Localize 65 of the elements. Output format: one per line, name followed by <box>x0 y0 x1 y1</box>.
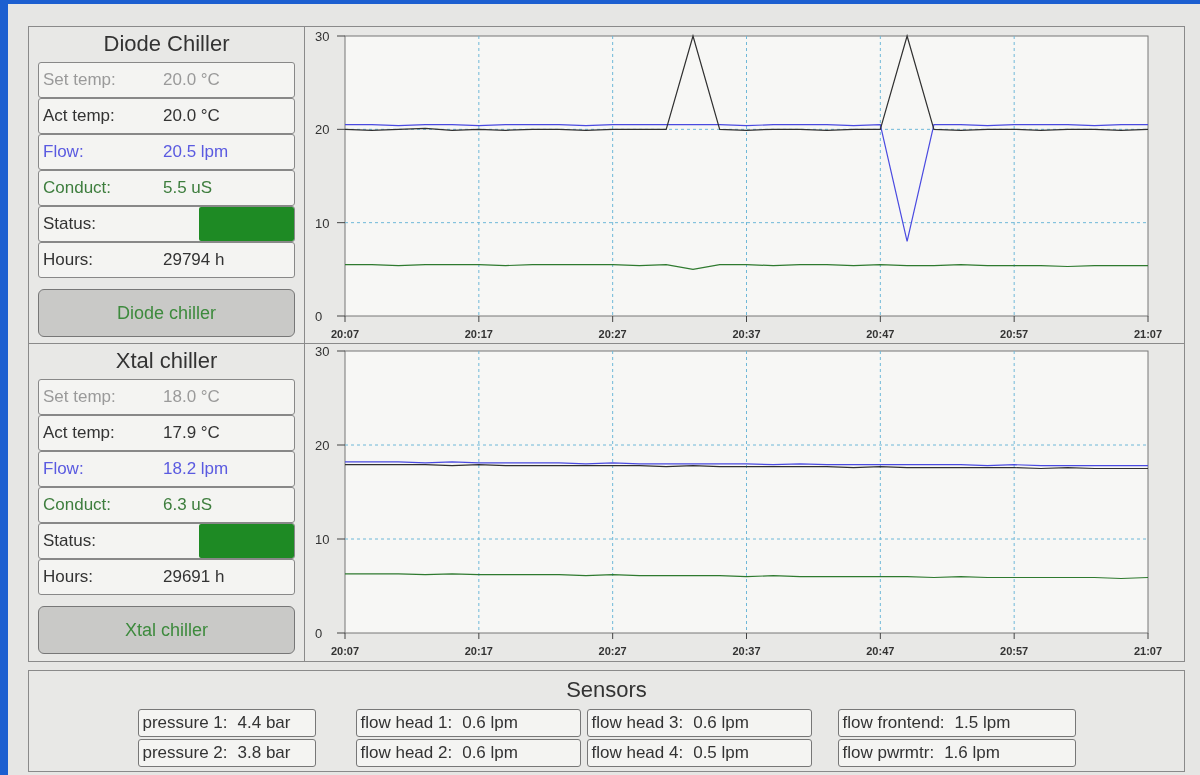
sensor-label: flow head 2: <box>360 742 453 765</box>
sensor-label: flow frontend: <box>842 712 945 735</box>
sensor-label: flow pwrmtr: <box>842 742 935 765</box>
readout-label: Status: <box>43 213 97 236</box>
axis-label: 20:27 <box>598 645 627 657</box>
sensor-label: flow head 1: <box>360 712 453 735</box>
axis-label: 20:27 <box>598 328 627 340</box>
sensor-label: flow head 3: <box>591 712 684 735</box>
axis-label: 20:57 <box>1000 645 1029 657</box>
panel-title: Diode Chiller <box>103 30 230 58</box>
axis-label: 20:57 <box>1000 328 1029 340</box>
axis-label: 20:37 <box>732 645 761 657</box>
axis-label: 30 <box>315 344 330 359</box>
readout-value: 20.0 °C <box>163 105 220 128</box>
axis-label: 0 <box>315 309 323 324</box>
readout-value: 20.5 lpm <box>163 141 229 164</box>
sensor-value: 0.6 lpm <box>462 742 518 765</box>
panel-title: Xtal chiller <box>115 347 218 375</box>
sensor-label: flow head 4: <box>591 742 684 765</box>
sensor-label: pressure 1: <box>142 712 228 735</box>
axis-label: 10 <box>315 532 330 547</box>
sensor-label: pressure 2: <box>142 742 228 765</box>
readout-label: Hours: <box>43 566 95 589</box>
readout-label: Status: <box>43 530 97 553</box>
axis-label: 20:07 <box>330 645 360 657</box>
axis-label: 0 <box>315 626 323 641</box>
readout-value: 18.2 lpm <box>163 458 229 481</box>
readout-label: Flow: <box>43 141 85 164</box>
sensor-value: 4.4 bar <box>237 712 291 735</box>
axis-label: 10 <box>315 215 330 231</box>
readout-value: 17.9 °C <box>163 422 220 445</box>
axis-label: 20 <box>315 122 330 138</box>
readout-label: Hours: <box>43 249 95 272</box>
readout-label: Conduct: <box>43 177 113 200</box>
chiller-button[interactable]: Diode chiller <box>38 289 295 337</box>
axis-label: 20:47 <box>866 645 895 657</box>
readout-value: 29794 h <box>163 249 225 272</box>
sensor-value: 1.5 lpm <box>954 712 1011 735</box>
readout-label: Set temp: <box>43 386 117 409</box>
sensor-value: 0.6 lpm <box>693 712 749 735</box>
sensor-value: 0.5 lpm <box>693 742 749 765</box>
readout-label: Act temp: <box>43 105 116 128</box>
axis-label: 20:17 <box>464 645 493 657</box>
readout-label: Set temp: <box>43 69 117 92</box>
axis-label: 21:07 <box>1133 328 1163 340</box>
readout-label: Act temp: <box>43 422 116 445</box>
axis-label: 30 <box>315 29 330 44</box>
sensor-value: 1.6 lpm <box>944 742 1000 765</box>
panel-title: Sensors <box>566 677 647 703</box>
readout-label: Conduct: <box>43 494 113 517</box>
readout-value: 6.3 uS <box>163 494 213 517</box>
axis-label: 20:37 <box>732 328 761 340</box>
readout-value: 5.5 uS <box>163 177 213 200</box>
chiller-button[interactable]: Xtal chiller <box>38 606 295 654</box>
sensor-value: 0.6 lpm <box>462 712 518 735</box>
axis-label: 21:07 <box>1133 645 1163 657</box>
axis-label: 20:17 <box>464 328 493 340</box>
readout-value: 29691 h <box>163 566 225 589</box>
axis-label: 20:07 <box>330 328 360 340</box>
axis-label: 20 <box>315 438 330 453</box>
readout-value: 18.0 °C <box>163 386 220 409</box>
sensor-value: 3.8 bar <box>237 742 291 765</box>
axis-label: 20:47 <box>866 328 895 340</box>
readout-label: Flow: <box>43 458 85 481</box>
readout-value: 20.0 °C <box>163 69 220 92</box>
